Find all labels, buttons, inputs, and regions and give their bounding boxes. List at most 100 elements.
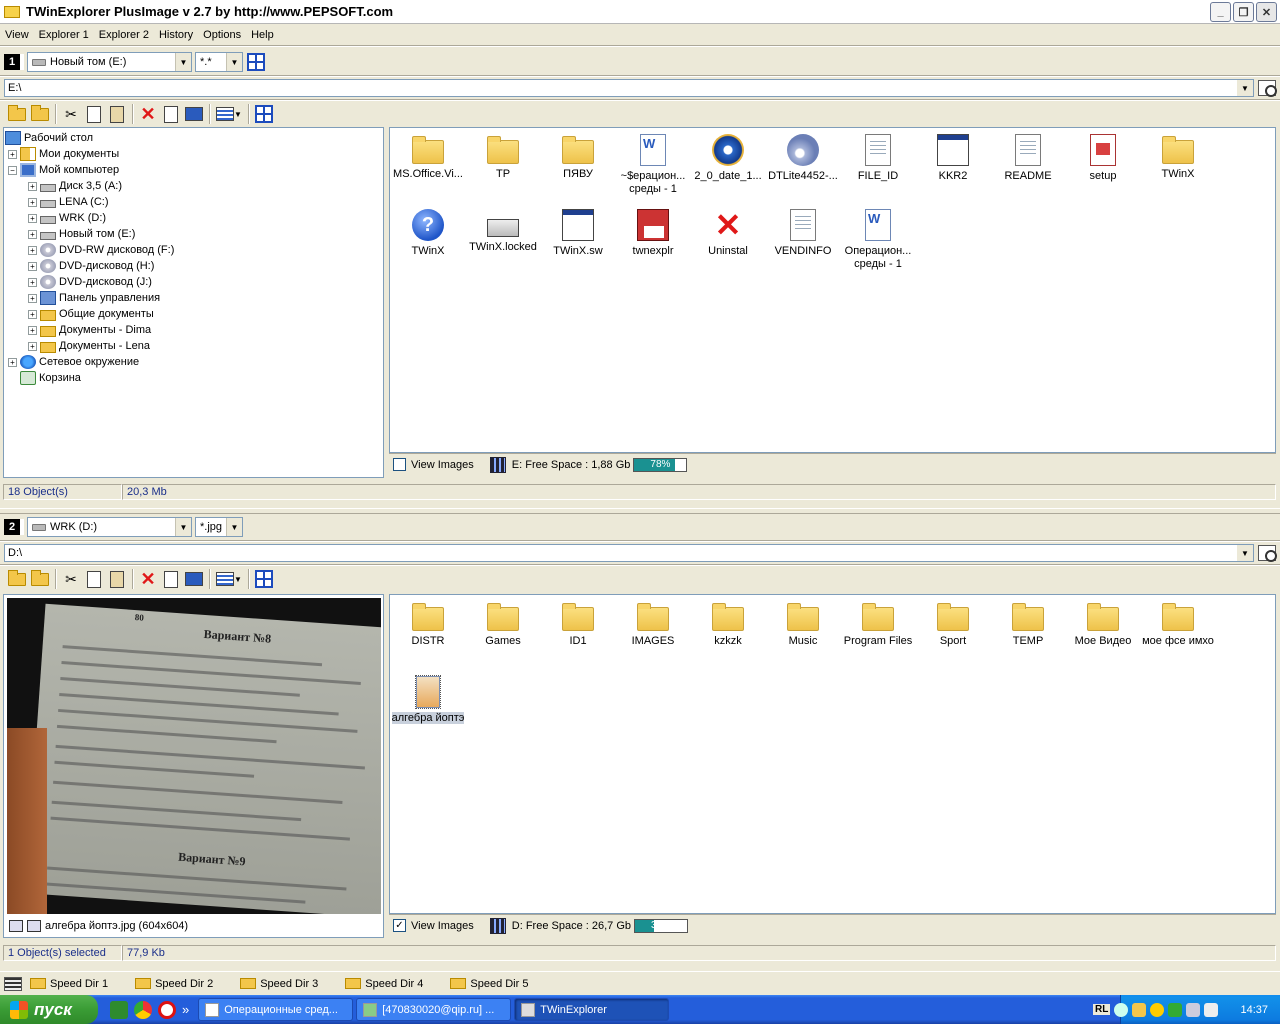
tree-expander[interactable]: + bbox=[28, 245, 37, 255]
view-images-checkbox[interactable] bbox=[393, 458, 406, 471]
filmstrip-icon[interactable] bbox=[489, 456, 506, 473]
tray-arrow-icon[interactable] bbox=[1114, 1002, 1129, 1017]
grid-layout-icon[interactable] bbox=[255, 105, 273, 123]
file-item[interactable]: ? TWinX bbox=[391, 209, 465, 258]
tree-item[interactable]: Корзина bbox=[8, 370, 81, 386]
tree-item[interactable]: − Мой компьютер bbox=[8, 162, 119, 178]
file-item[interactable]: TWinX bbox=[1141, 134, 1215, 181]
tree-item[interactable]: + Диск 3,5 (A:) bbox=[28, 178, 122, 194]
panel2-path-input[interactable]: D:\ ▼ bbox=[4, 544, 1254, 562]
chevron-down-icon[interactable]: ▼ bbox=[226, 53, 242, 71]
speed-dir-2[interactable]: Speed Dir 2 bbox=[135, 978, 213, 990]
file-item[interactable]: TEMP bbox=[991, 601, 1065, 648]
file-item[interactable]: Games bbox=[466, 601, 540, 648]
tree-expander[interactable]: + bbox=[28, 261, 37, 271]
opera-icon[interactable] bbox=[158, 1000, 176, 1019]
cut-button[interactable]: ✂ bbox=[60, 568, 82, 590]
quick-view-icon[interactable] bbox=[1258, 80, 1277, 97]
menu-help[interactable]: Help bbox=[246, 29, 279, 41]
speed-dir-1[interactable]: Speed Dir 1 bbox=[30, 978, 108, 990]
file-item[interactable]: IMAGES bbox=[616, 601, 690, 648]
quicklaunch-app-icon[interactable] bbox=[110, 1000, 128, 1019]
cut-button[interactable]: ✂ bbox=[60, 103, 82, 125]
file-item[interactable]: 2_0_date_1... bbox=[691, 134, 765, 183]
task-button-documents[interactable]: Операционные сред... bbox=[198, 998, 354, 1021]
view-images-checkbox[interactable]: ✓ bbox=[393, 919, 406, 932]
tree-expander[interactable]: + bbox=[28, 277, 37, 287]
chrome-icon[interactable] bbox=[134, 1000, 152, 1019]
tree-item[interactable]: + Документы - Dima bbox=[28, 322, 151, 338]
tree-item[interactable]: Рабочий стол bbox=[5, 130, 93, 146]
tree-item[interactable]: + DVD-RW дисковод (F:) bbox=[28, 242, 174, 258]
menu-explorer-2[interactable]: Explorer 2 bbox=[94, 29, 154, 41]
task-button-qip[interactable]: [470830020@qip.ru] ... bbox=[356, 998, 512, 1021]
tree-item[interactable]: + Новый том (E:) bbox=[28, 226, 135, 242]
quicklaunch-more[interactable]: » bbox=[182, 1002, 189, 1017]
file-item[interactable]: KKR2 bbox=[916, 134, 990, 183]
panel1-drive-select[interactable]: Новый том (E:) ▼ bbox=[27, 52, 192, 72]
grid-layout-icon[interactable] bbox=[247, 53, 265, 71]
panel2-drive-select[interactable]: WRK (D:) ▼ bbox=[27, 517, 192, 537]
menu-view[interactable]: View bbox=[0, 29, 34, 41]
file-item[interactable]: мое фсе имхо bbox=[1141, 601, 1215, 648]
file-item[interactable]: Sport bbox=[916, 601, 990, 648]
quick-view-icon[interactable] bbox=[1258, 545, 1277, 562]
speed-dir-5[interactable]: Speed Dir 5 bbox=[450, 978, 528, 990]
close-button[interactable]: ✕ bbox=[1256, 2, 1277, 22]
tray-network-icon[interactable] bbox=[1186, 1002, 1201, 1017]
tray-beeline-icon[interactable] bbox=[1150, 1002, 1165, 1017]
menu-explorer-1[interactable]: Explorer 1 bbox=[34, 29, 94, 41]
chevron-down-icon[interactable]: ▼ bbox=[1237, 80, 1253, 96]
file-item[interactable]: kzkzk bbox=[691, 601, 765, 648]
tray-folder-icon[interactable] bbox=[1132, 1002, 1147, 1017]
speed-dir-4[interactable]: Speed Dir 4 bbox=[345, 978, 423, 990]
file-item[interactable]: TWinX.locked bbox=[466, 209, 540, 254]
tree-expander[interactable]: + bbox=[28, 197, 37, 207]
filmstrip-icon[interactable] bbox=[489, 917, 506, 934]
fit-image-icon[interactable] bbox=[9, 920, 23, 932]
tree-expander[interactable]: + bbox=[28, 181, 37, 191]
delete-button[interactable]: ✕ bbox=[137, 568, 159, 590]
chevron-down-icon[interactable]: ▼ bbox=[226, 518, 242, 536]
language-indicator[interactable]: RL bbox=[1093, 1004, 1111, 1015]
tree-item[interactable]: + Панель управления bbox=[28, 290, 160, 306]
file-item[interactable]: TP bbox=[466, 134, 540, 181]
tree-expander[interactable]: + bbox=[28, 293, 37, 303]
paste-button[interactable] bbox=[106, 103, 128, 125]
paste-button[interactable] bbox=[106, 568, 128, 590]
panel1-path-input[interactable]: E:\ ▼ bbox=[4, 79, 1254, 97]
speed-dir-menu-icon[interactable] bbox=[4, 976, 22, 991]
file-item[interactable]: setup bbox=[1066, 134, 1140, 183]
monitor-icon[interactable] bbox=[27, 920, 41, 932]
file-item[interactable]: Операцион... среды - 1 bbox=[841, 209, 915, 271]
properties-button[interactable] bbox=[160, 103, 182, 125]
file-item[interactable]: MS.Office.Vi... bbox=[391, 134, 465, 181]
chevron-down-icon[interactable]: ▼ bbox=[1237, 545, 1253, 561]
tree-expander[interactable]: − bbox=[8, 165, 17, 175]
task-button-twinexplorer[interactable]: TWinExplorer bbox=[514, 998, 670, 1021]
file-item[interactable]: TWinX.sw bbox=[541, 209, 615, 258]
tree-expander[interactable]: + bbox=[28, 229, 37, 239]
tree-expander[interactable]: + bbox=[28, 309, 37, 319]
properties-button[interactable] bbox=[160, 568, 182, 590]
restore-button[interactable]: ❐ bbox=[1233, 2, 1254, 22]
file-item[interactable]: FILE_ID bbox=[841, 134, 915, 183]
view-mode-button[interactable]: ▼ bbox=[214, 568, 244, 590]
file-item[interactable]: README bbox=[991, 134, 1065, 183]
new-folder-button[interactable] bbox=[29, 568, 51, 590]
file-item[interactable]: Program Files bbox=[841, 601, 915, 648]
tree-expander[interactable]: + bbox=[8, 149, 17, 159]
file-item[interactable]: ID1 bbox=[541, 601, 615, 648]
tree-item[interactable]: + DVD-дисковод (J:) bbox=[28, 274, 152, 290]
chevron-down-icon[interactable]: ▼ bbox=[175, 53, 191, 71]
tree-item[interactable]: + WRK (D:) bbox=[28, 210, 106, 226]
tree-expander[interactable]: + bbox=[8, 357, 17, 367]
start-button[interactable]: пуск bbox=[0, 995, 98, 1024]
tree-item[interactable]: + LENA (C:) bbox=[28, 194, 109, 210]
tree-expander[interactable]: + bbox=[28, 325, 37, 335]
tree-item[interactable]: + DVD-дисковод (H:) bbox=[28, 258, 154, 274]
menu-history[interactable]: History bbox=[154, 29, 198, 41]
file-item[interactable]: ~$ерацион... среды - 1 bbox=[616, 134, 690, 196]
view-mode-button[interactable]: ▼ bbox=[214, 103, 244, 125]
menu-options[interactable]: Options bbox=[198, 29, 246, 41]
